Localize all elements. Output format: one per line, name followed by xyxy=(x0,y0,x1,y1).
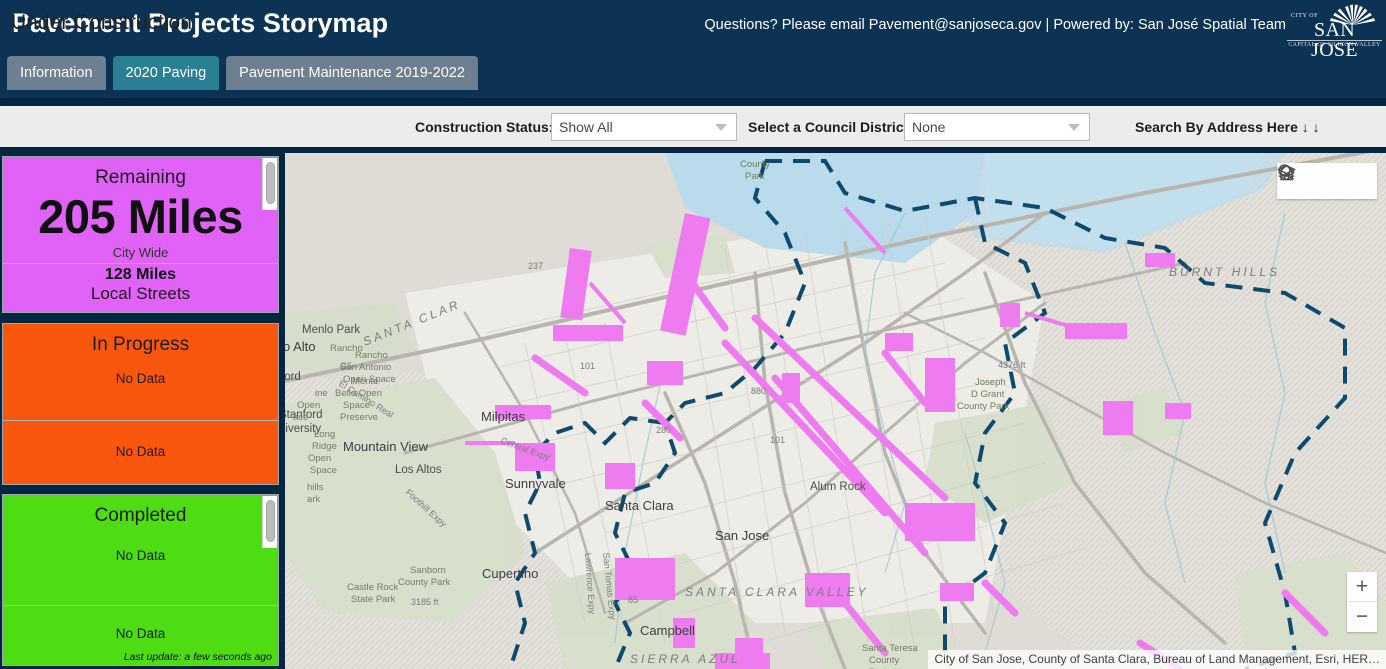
tab-pavement-maintenance[interactable]: Pavement Maintenance 2019-2022 xyxy=(226,56,478,90)
layers-icon[interactable] xyxy=(1277,164,1374,195)
map-label-stanford-town: ford xyxy=(285,371,301,383)
map-label-alum-rock: Alum Rock xyxy=(810,481,866,493)
zoom-in-button[interactable]: + xyxy=(1347,572,1377,602)
toolbar-title: Under Construction xyxy=(11,11,192,34)
map-label-joseph-grant: County Park xyxy=(957,401,1010,412)
panel-remaining-local-caption: Local Streets xyxy=(90,284,191,303)
panel-in-progress-row1: No Data xyxy=(115,371,166,386)
map-label-sanborn: Sanborn xyxy=(410,565,446,576)
panel-remaining-local-value: 128 Miles xyxy=(104,266,177,283)
map-label-park: Rancho xyxy=(330,343,363,354)
map-road-g5: G5 xyxy=(340,361,352,371)
map-label-santa-teresa: County xyxy=(869,655,899,666)
search-by-address-hint: Search By Address Here ↓ ↓ xyxy=(1135,119,1320,135)
panel-completed: Completed No Data No Data Last update: a… xyxy=(2,494,279,666)
map-label-sanborn: County Park xyxy=(398,577,451,588)
map-zoom-controls: + − xyxy=(1347,572,1377,632)
logo-tagline: CAPITAL OF SILICON VALLEY xyxy=(1287,40,1382,48)
construction-status-select[interactable]: Show All xyxy=(551,113,737,141)
map-label-sunnyvale: Sunnyvale xyxy=(505,476,566,491)
scrollbar-thumb[interactable] xyxy=(266,162,275,204)
map-label-foothills-park: hills xyxy=(307,482,324,493)
panel-remaining-value: 205 Miles xyxy=(38,190,243,243)
map-road-85: 85 xyxy=(628,595,638,605)
map-label-cupertino: Cupertino xyxy=(482,566,538,581)
map-road-101: 101 xyxy=(770,435,785,445)
map-label-santa-teresa: Santa Teresa xyxy=(862,643,919,654)
app-header: Pavement Projects Storymap Questions? Pl… xyxy=(0,0,1386,98)
map-label-long-ridge: Open xyxy=(308,453,331,464)
stats-sidebar: Remaining 205 Miles City Wide 128 Miles … xyxy=(0,153,283,669)
map-elevation-4376: 4376 ft xyxy=(998,360,1026,370)
map-label-foothills-park2: ark xyxy=(307,494,320,505)
map-label-menlo-park: Menlo Park xyxy=(302,324,360,336)
panel-in-progress: In Progress No Data No Data xyxy=(2,323,279,485)
panel-completed-scrollbar[interactable] xyxy=(262,496,277,548)
map-label-long-ridge: Long xyxy=(314,429,335,440)
map-label-los-altos: Los Altos xyxy=(395,464,442,476)
construction-status-value: Show All xyxy=(559,119,613,135)
panel-remaining-title: Remaining xyxy=(95,167,186,188)
tab-information[interactable]: Information xyxy=(7,56,106,90)
map-label-campbell: Campbell xyxy=(640,623,695,638)
map-label-mountain-view: Mountain View xyxy=(343,439,429,454)
map-canvas[interactable]: Menlo Park o Alto ford Stanford niversit… xyxy=(285,153,1386,669)
map-label-long-ridge: Space xyxy=(310,465,337,476)
zoom-out-button[interactable]: − xyxy=(1347,602,1377,632)
map-label-joseph-grant: Joseph xyxy=(975,377,1006,388)
panel-in-progress-title: In Progress xyxy=(91,334,190,355)
last-update-text: Last update: a few seconds ago xyxy=(123,651,272,663)
map-region-santa-clara-valley: SANTA CLARA VALLEY xyxy=(685,585,869,599)
map-label-palo-alto: o Alto xyxy=(285,339,316,354)
map-graphic: Menlo Park o Alto ford Stanford niversit… xyxy=(285,153,1386,669)
app-root: Pavement Projects Storymap Questions? Pl… xyxy=(0,0,1386,669)
panel-completed-row2: No Data xyxy=(115,626,166,641)
council-district-label: Select a Council District: xyxy=(748,119,913,135)
map-elevation-3185: 3185 ft xyxy=(411,597,439,607)
panel-completed-title: Completed xyxy=(94,505,187,526)
map-label-park: ace xyxy=(293,412,308,423)
panel-in-progress-row2: No Data xyxy=(115,444,166,459)
city-of-san-jose-logo: CITY OF SAN JOSE CAPITAL OF SILICON VALL… xyxy=(1287,3,1382,60)
map-label-joseph-grant: D Grant xyxy=(971,389,1005,400)
map-region-sierra-azul: SIERRA AZUL xyxy=(630,652,741,666)
map-road-101b: 101 xyxy=(580,361,595,371)
map-label-park: ine xyxy=(315,388,328,399)
map-label-castle-rock: State Park xyxy=(351,594,396,605)
chevron-down-icon xyxy=(1068,123,1080,131)
map-label-county-park: County xyxy=(740,159,770,170)
council-district-select[interactable]: None xyxy=(904,113,1090,141)
map-label-san-jose: San Jose xyxy=(715,528,769,543)
home-icon[interactable] xyxy=(1278,164,1341,195)
map-label-milpitas: Milpitas xyxy=(481,409,526,424)
map-attribution: City of San Jose, County of Santa Clara,… xyxy=(928,650,1386,669)
map-road-280: 280 xyxy=(656,425,671,435)
scrollbar-thumb[interactable] xyxy=(266,500,275,542)
map-region-burnt-hills: BURNT HILLS xyxy=(1169,265,1280,279)
map-road-880: 880 xyxy=(751,386,766,396)
map-label-castle-rock: Castle Rock xyxy=(347,582,398,593)
council-district-value: None xyxy=(912,119,946,135)
map-label-county-park: Park xyxy=(745,171,765,182)
panel-remaining: Remaining 205 Miles City Wide 128 Miles … xyxy=(2,156,279,313)
panel-remaining-scrollbar[interactable] xyxy=(262,158,277,210)
map-label-santa-clara-city: Santa Clara xyxy=(605,498,674,513)
map-label-park: Open xyxy=(297,400,320,411)
tab-bar: Information 2020 Paving Pavement Mainten… xyxy=(7,56,478,90)
map-tool-group xyxy=(1277,163,1377,199)
map-label-park: Preserve xyxy=(340,412,378,423)
map-label-long-ridge: Ridge xyxy=(312,441,337,452)
tab-2020-paving[interactable]: 2020 Paving xyxy=(112,56,220,90)
map-road-237: 237 xyxy=(528,261,543,271)
panel-completed-row1: No Data xyxy=(115,548,166,563)
chevron-down-icon xyxy=(715,123,727,131)
panel-remaining-sub: City Wide xyxy=(112,245,169,260)
header-contact-note: Questions? Please email Pavement@sanjose… xyxy=(704,17,1286,33)
construction-status-label: Construction Status: xyxy=(415,119,554,135)
